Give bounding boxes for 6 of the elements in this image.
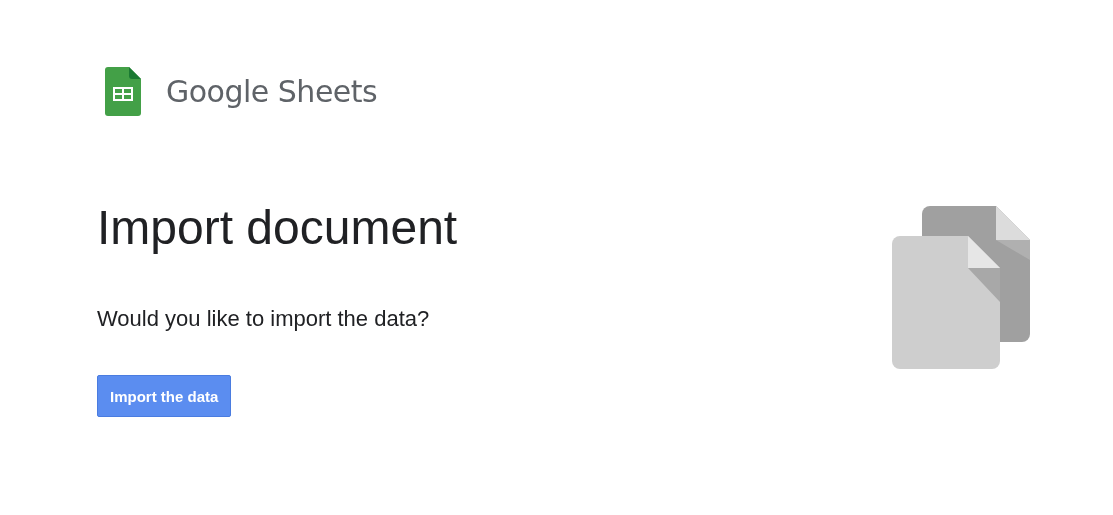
page-heading: Import document xyxy=(97,200,458,256)
import-button[interactable]: Import the data xyxy=(97,375,232,417)
logo-text: Google Sheets xyxy=(166,74,378,109)
documents-icon xyxy=(892,206,1030,369)
import-question: Would you like to import the data? xyxy=(97,306,431,332)
spreadsheet-logo-icon xyxy=(105,67,141,116)
